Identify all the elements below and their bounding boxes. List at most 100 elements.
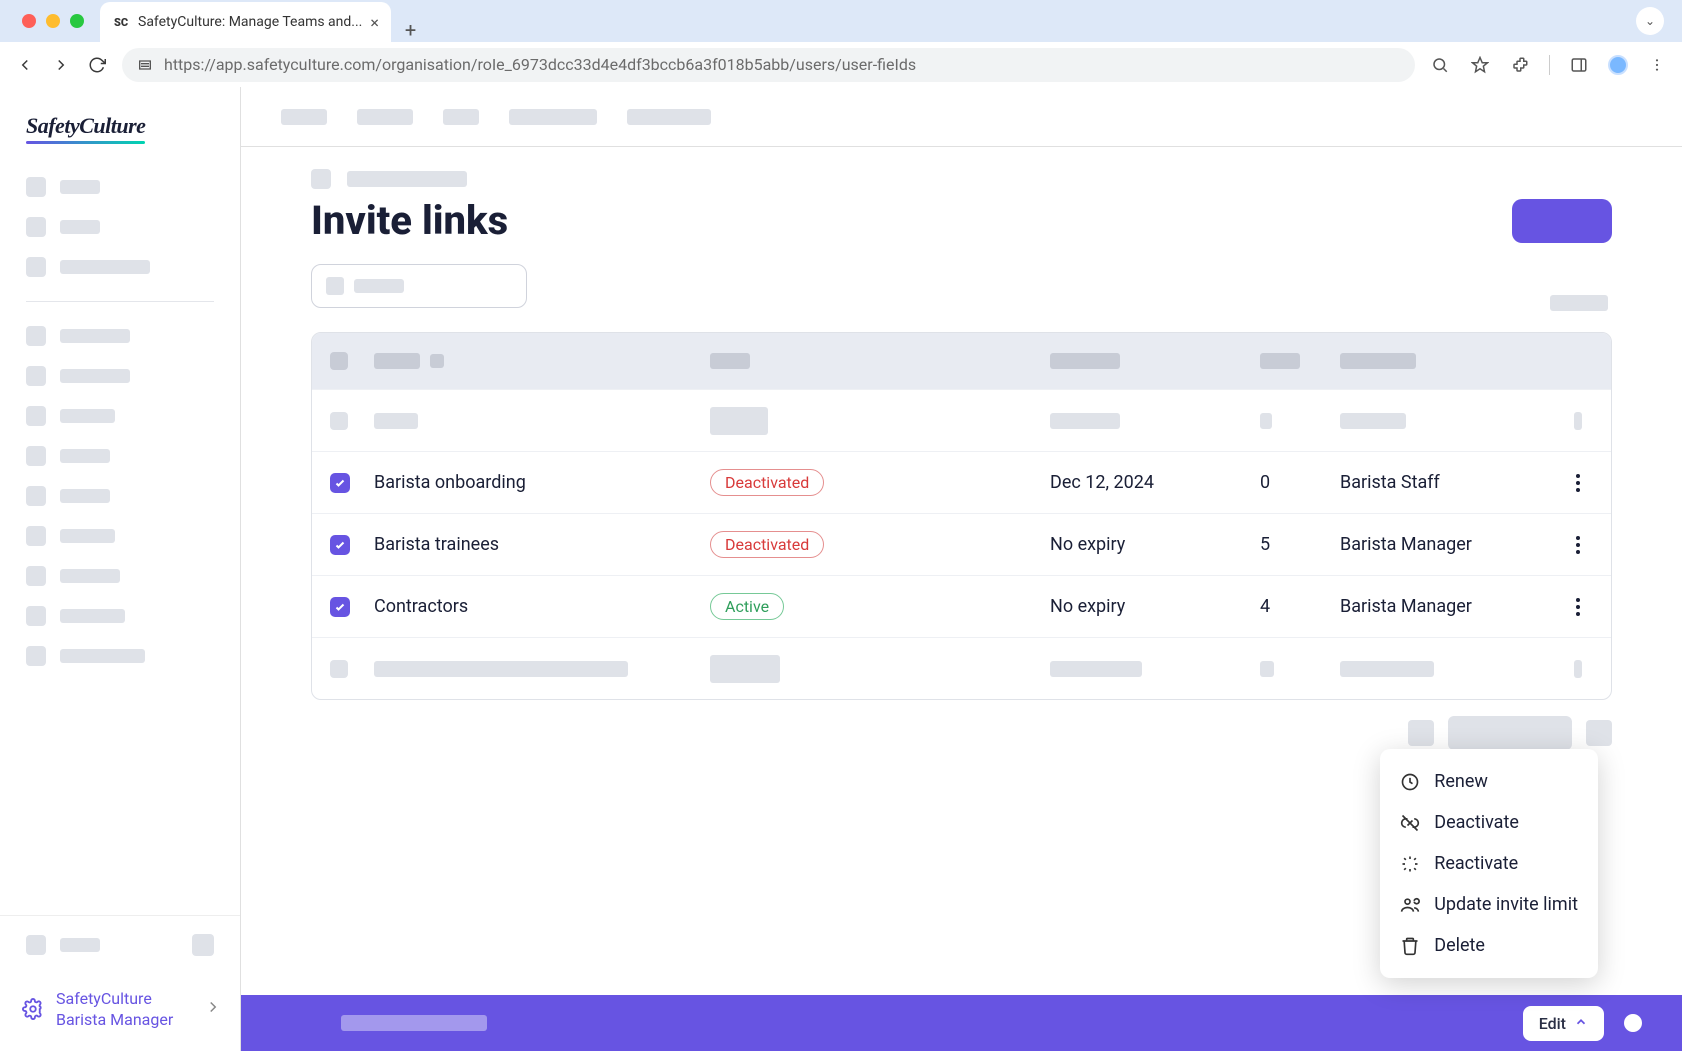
edit-label: Edit	[1539, 1014, 1566, 1033]
cell-group: Barista Manager	[1340, 596, 1563, 617]
top-nav-skeleton	[241, 87, 1682, 147]
tab-title: SafetyCulture: Manage Teams and...	[138, 14, 362, 30]
cell-name[interactable]: Contractors	[374, 596, 710, 617]
search-skeleton[interactable]	[311, 264, 527, 308]
cell-status: Active	[710, 593, 1050, 620]
tab-favicon-icon: SC	[112, 13, 130, 31]
table-row: Contractors Active No expiry 4 Barista M…	[312, 575, 1611, 637]
page-title: Invite links	[311, 197, 508, 244]
sidebar-item-skeleton	[0, 556, 240, 596]
cell-limit: 0	[1260, 472, 1340, 493]
sparkle-icon	[1400, 854, 1420, 874]
trash-icon	[1400, 936, 1420, 956]
sidebar: SafetyCulture	[0, 87, 241, 1051]
minimize-window-icon[interactable]	[46, 14, 60, 28]
reload-button[interactable]	[86, 54, 108, 76]
users-icon	[1400, 895, 1420, 915]
sidebar-item-skeleton	[0, 247, 240, 287]
bookmark-icon[interactable]	[1469, 54, 1491, 76]
sidebar-item-skeleton	[0, 596, 240, 636]
row-actions-icon[interactable]	[1576, 536, 1580, 554]
cell-expiry: No expiry	[1050, 534, 1260, 555]
window-controls	[12, 0, 100, 42]
page-select-skeleton[interactable]	[1448, 716, 1572, 750]
url-input[interactable]: https://app.safetycuIture.com/organisati…	[122, 48, 1415, 82]
menu-delete[interactable]: Delete	[1380, 925, 1598, 966]
logo[interactable]: SafetyCulture	[0, 87, 240, 157]
cell-name[interactable]: Barista onboarding	[374, 472, 710, 493]
menu-update-limit[interactable]: Update invite limit	[1380, 884, 1598, 925]
maximize-window-icon[interactable]	[70, 14, 84, 28]
main: Invite links	[241, 87, 1682, 1051]
org-name: SafetyCulture Barista Manager	[56, 988, 173, 1031]
menu-label: Deactivate	[1434, 812, 1519, 833]
sidebar-item-skeleton	[0, 316, 240, 356]
select-all-checkbox-skeleton[interactable]	[330, 352, 348, 370]
gear-icon	[22, 998, 44, 1020]
close-window-icon[interactable]	[22, 14, 36, 28]
row-actions-icon[interactable]	[1576, 474, 1580, 492]
status-badge: Deactivated	[710, 531, 824, 558]
forward-button[interactable]	[50, 54, 72, 76]
table-header	[312, 333, 1611, 389]
invite-links-table: Barista onboarding Deactivated Dec 12, 2…	[311, 332, 1612, 700]
cell-limit: 5	[1260, 534, 1340, 555]
profile-avatar[interactable]	[1608, 55, 1628, 75]
divider	[1549, 55, 1550, 75]
sidebar-item-skeleton	[0, 207, 240, 247]
table-row: Barista trainees Deactivated No expiry 5…	[312, 513, 1611, 575]
primary-button-skeleton[interactable]	[1512, 199, 1612, 243]
chevron-right-icon	[204, 998, 222, 1020]
menu-label: Reactivate	[1434, 853, 1518, 874]
search-placeholder-skeleton	[354, 279, 404, 293]
chevron-up-icon	[1574, 1014, 1588, 1033]
tabs-dropdown-icon[interactable]: ⌄	[1636, 7, 1664, 35]
menu-renew[interactable]: Renew	[1380, 761, 1598, 802]
menu-label: Update invite limit	[1434, 894, 1578, 915]
browser-menu-icon[interactable]	[1646, 54, 1668, 76]
zoom-icon[interactable]	[1429, 54, 1451, 76]
action-close-icon[interactable]	[1624, 1014, 1642, 1032]
sidebar-item-skeleton	[0, 516, 240, 556]
new-tab-button[interactable]: +	[391, 18, 430, 42]
status-badge: Active	[710, 593, 784, 620]
org-line2: Barista Manager	[56, 1009, 173, 1031]
selection-count-skeleton	[341, 1015, 487, 1031]
row-checkbox[interactable]	[330, 535, 350, 555]
sidebar-item-skeleton	[0, 167, 240, 207]
search-icon	[326, 277, 344, 295]
page-next-skeleton[interactable]	[1586, 720, 1612, 746]
row-checkbox[interactable]	[330, 597, 350, 617]
row-checkbox[interactable]	[330, 473, 350, 493]
breadcrumb-skeleton	[311, 169, 1612, 189]
browser-chrome: SC SafetyCulture: Manage Teams and... × …	[0, 0, 1682, 87]
org-line1: SafetyCulture	[56, 988, 173, 1010]
bulk-action-bar: Edit	[241, 995, 1682, 1051]
link-off-icon	[1400, 813, 1420, 833]
org-switcher[interactable]: SafetyCulture Barista Manager	[0, 974, 240, 1051]
page-header: Invite links	[311, 197, 1612, 244]
cell-name[interactable]: Barista trainees	[374, 534, 710, 555]
browser-tab[interactable]: SC SafetyCulture: Manage Teams and... ×	[100, 2, 391, 42]
tab-close-icon[interactable]: ×	[370, 13, 379, 32]
page-prev-skeleton[interactable]	[1408, 720, 1434, 746]
edit-button[interactable]: Edit	[1523, 1006, 1604, 1041]
url-text: https://app.safetycuIture.com/organisati…	[164, 55, 916, 74]
cell-status: Deactivated	[710, 469, 1050, 496]
cell-expiry: Dec 12, 2024	[1050, 472, 1260, 493]
menu-label: Delete	[1434, 935, 1485, 956]
cell-status: Deactivated	[710, 531, 1050, 558]
row-actions-icon[interactable]	[1576, 598, 1580, 616]
sidebar-item-skeleton	[0, 636, 240, 676]
tab-bar: SC SafetyCulture: Manage Teams and... × …	[0, 0, 1682, 42]
sidepanel-icon[interactable]	[1568, 54, 1590, 76]
site-info-icon[interactable]	[136, 56, 154, 74]
status-badge: Deactivated	[710, 469, 824, 496]
menu-reactivate[interactable]: Reactivate	[1380, 843, 1598, 884]
back-button[interactable]	[14, 54, 36, 76]
extensions-icon[interactable]	[1509, 54, 1531, 76]
menu-deactivate[interactable]: Deactivate	[1380, 802, 1598, 843]
pagination-skeleton	[311, 716, 1612, 750]
sidebar-nav	[0, 157, 240, 915]
cell-limit: 4	[1260, 596, 1340, 617]
